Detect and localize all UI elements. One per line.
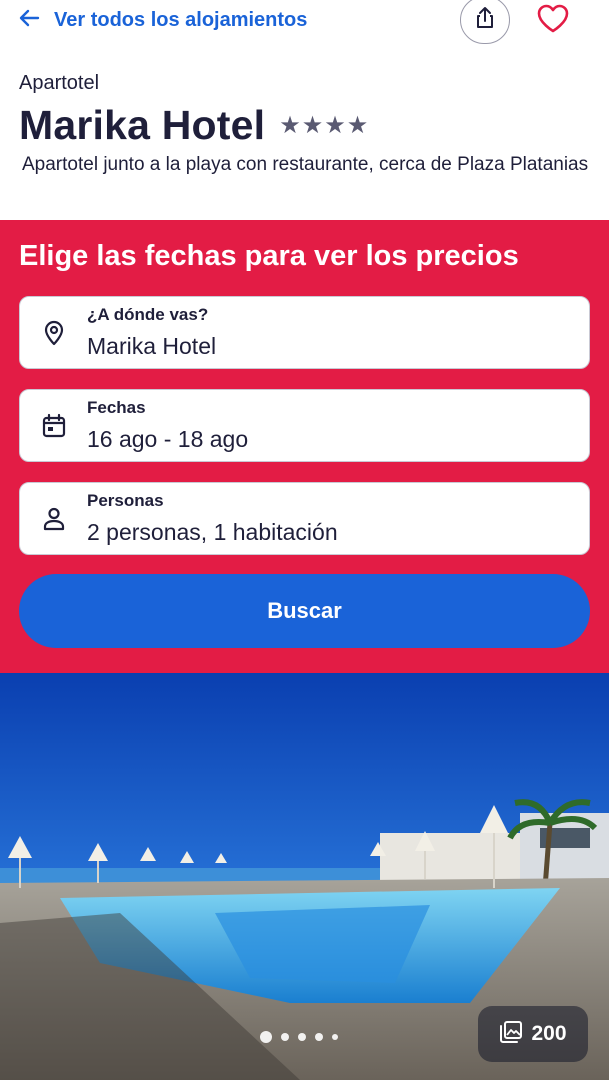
location-pin-icon	[40, 319, 68, 347]
property-type: Apartotel	[19, 72, 100, 94]
carousel-dot[interactable]	[332, 1034, 338, 1040]
dates-field[interactable]: Fechas 16 ago - 18 ago	[19, 389, 590, 462]
destination-label: ¿A dónde vas?	[87, 305, 209, 324]
top-bar: Ver todos los alojamientos	[0, 0, 609, 44]
property-title: Marika Hotel	[19, 102, 266, 148]
heart-icon	[536, 3, 570, 38]
carousel-dot[interactable]	[298, 1033, 306, 1041]
destination-field[interactable]: ¿A dónde vas? Marika Hotel	[19, 296, 590, 369]
star-rating: ★★★★	[279, 112, 370, 139]
search-panel-heading: Elige las fechas para ver los precios	[19, 240, 519, 272]
gallery-count: 200	[531, 1022, 567, 1045]
share-button[interactable]	[460, 0, 510, 44]
guests-field[interactable]: Personas 2 personas, 1 habitación	[19, 482, 590, 555]
back-link[interactable]: Ver todos los alojamientos	[18, 2, 307, 38]
favorite-button[interactable]	[533, 0, 573, 40]
search-button[interactable]: Buscar	[19, 574, 590, 648]
dates-value: 16 ago - 18 ago	[87, 426, 249, 452]
back-link-label: Ver todos los alojamientos	[54, 8, 308, 31]
search-panel: Elige las fechas para ver los precios ¿A…	[0, 220, 609, 673]
person-icon	[40, 505, 68, 533]
hotel-photo-carousel[interactable]: 200	[0, 673, 609, 1080]
guests-label: Personas	[87, 491, 164, 510]
property-description: Apartotel junto a la playa con restauran…	[22, 154, 589, 175]
carousel-dot[interactable]	[315, 1033, 323, 1041]
gallery-icon	[499, 1020, 523, 1049]
share-icon	[474, 6, 496, 35]
calendar-icon	[40, 412, 68, 440]
carousel-dots	[260, 1031, 338, 1043]
carousel-dot-active[interactable]	[260, 1031, 272, 1043]
dates-label: Fechas	[87, 398, 146, 417]
back-arrow-icon	[18, 7, 40, 34]
destination-value: Marika Hotel	[87, 333, 217, 359]
guests-value: 2 personas, 1 habitación	[87, 519, 338, 545]
gallery-button[interactable]: 200	[478, 1006, 588, 1062]
title-row: Marika Hotel ★★★★	[19, 102, 369, 149]
carousel-dot[interactable]	[281, 1033, 289, 1041]
